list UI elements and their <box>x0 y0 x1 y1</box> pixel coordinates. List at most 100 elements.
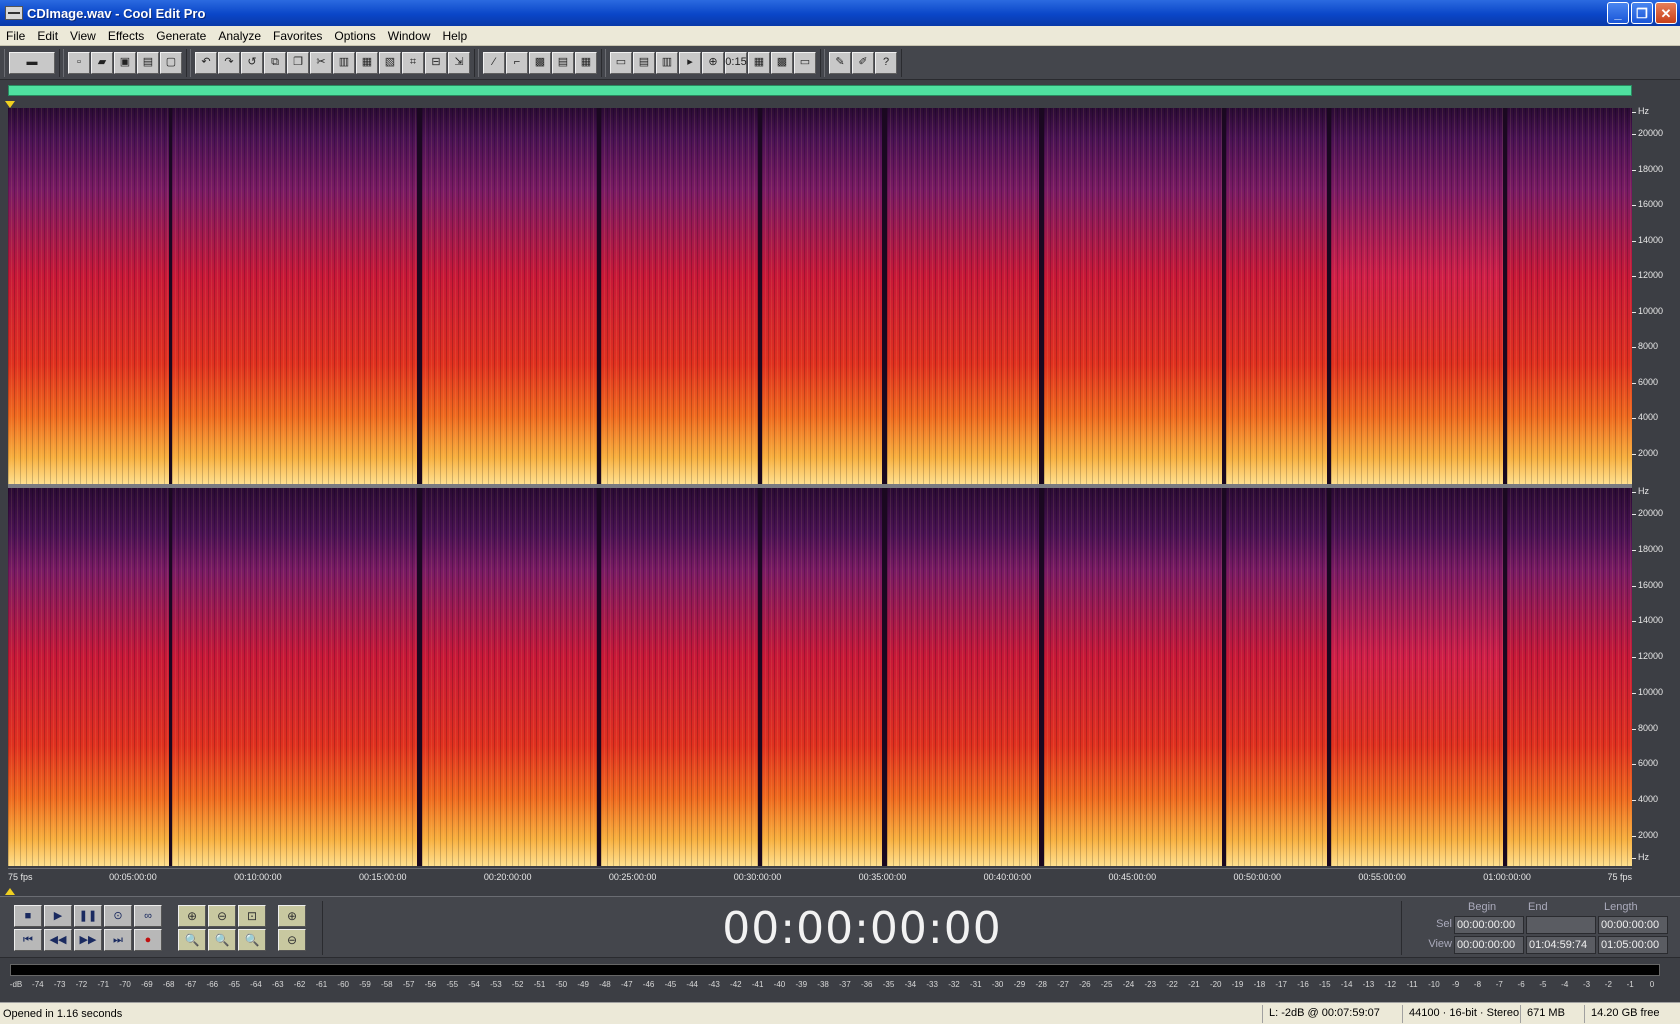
display-icon[interactable]: ▭ <box>794 51 816 74</box>
skip-start-icon: ⏮ <box>23 933 33 946</box>
snap-icon[interactable]: ⇲ <box>448 51 470 74</box>
color-icon[interactable]: ▩ <box>771 51 793 74</box>
maximize-button[interactable]: ❐ <box>1631 2 1653 24</box>
minimize-button[interactable]: _ <box>1607 2 1629 24</box>
menu-edit[interactable]: Edit <box>31 29 64 43</box>
level-meter-tick: -4 <box>1561 980 1569 989</box>
level-meter-tick: -20 <box>1209 980 1222 989</box>
record-button[interactable]: ● <box>134 929 162 951</box>
level-meter-tick: -39 <box>795 980 808 989</box>
playhead-marker-top[interactable] <box>5 101 15 108</box>
view-end-field[interactable]: 01:04:59:74 <box>1526 936 1596 954</box>
level-meter-tick: -58 <box>381 980 393 989</box>
zoom-right-button[interactable]: 🔍 <box>208 929 236 951</box>
time-tick-label: 00:50:00:00 <box>1233 872 1281 882</box>
view-begin-field[interactable]: 00:00:00:00 <box>1454 936 1524 954</box>
frequency-tick-label: 2000 <box>1631 830 1659 840</box>
zoom-left-button[interactable]: 🔍 <box>178 929 206 951</box>
menu-generate[interactable]: Generate <box>150 29 212 43</box>
playhead-marker-bottom[interactable] <box>5 888 15 895</box>
undo-icon[interactable]: ↶ <box>195 51 217 74</box>
spectral-icon[interactable]: ▩ <box>529 51 551 74</box>
zoom-out-horizontal-button[interactable]: ⊖ <box>208 905 236 927</box>
close-button[interactable]: ✕ <box>1655 2 1677 24</box>
overview-range-bar[interactable] <box>8 85 1632 96</box>
copy-icon[interactable]: ❐ <box>287 51 309 74</box>
zoom-spacer <box>268 905 276 927</box>
save-as-icon[interactable]: ▤ <box>137 51 159 74</box>
level-meter-tick: -16 <box>1297 980 1309 989</box>
menu-view[interactable]: View <box>64 29 102 43</box>
zoom-selection-button[interactable]: 🔍 <box>238 929 266 951</box>
settings-icon[interactable]: ✐ <box>852 51 874 74</box>
sel-end-field[interactable] <box>1526 916 1596 934</box>
status-bar: Opened in 1.16 seconds L: -2dB @ 00:07:5… <box>0 1002 1680 1024</box>
cut-icon[interactable]: ✂ <box>310 51 332 74</box>
zoom-full-button[interactable]: ⊡ <box>238 905 266 927</box>
repeat-icon[interactable]: ↺ <box>241 51 263 74</box>
level-meter-tick: -56 <box>424 980 437 989</box>
cue-list-icon[interactable]: ▤ <box>633 51 655 74</box>
spectral-channel-left[interactable] <box>8 108 1632 484</box>
copy-new-icon[interactable]: ⧉ <box>264 51 286 74</box>
time-display-icon[interactable]: 0:15 <box>725 51 747 74</box>
app-icon[interactable] <box>5 6 23 20</box>
save-icon[interactable]: ▣ <box>114 51 136 74</box>
sel-begin-field[interactable]: 00:00:00:00 <box>1454 916 1524 934</box>
view-length-field[interactable]: 01:05:00:00 <box>1598 936 1668 954</box>
menu-window[interactable]: Window <box>382 29 437 43</box>
zoom-in-horizontal-button[interactable]: ⊕ <box>178 905 206 927</box>
pause-button[interactable]: ❚❚ <box>74 905 102 927</box>
menu-help[interactable]: Help <box>436 29 473 43</box>
zoom-out-vertical-button[interactable]: ⊖ <box>278 929 306 951</box>
menu-analyze[interactable]: Analyze <box>212 29 267 43</box>
zoom-icon[interactable]: ⊕ <box>702 51 724 74</box>
redo-icon[interactable]: ↷ <box>218 51 240 74</box>
play-to-end-button[interactable]: ⊙ <box>104 905 132 927</box>
spectral-segment <box>8 108 170 484</box>
time-tick-label: 00:25:00:00 <box>608 872 657 882</box>
loop-button[interactable]: ∞ <box>134 905 162 927</box>
time-ruler[interactable]: 75 fps 75 fps 00:05:00:00 00:10:00:00 00:1… <box>8 868 1632 886</box>
batch-icon[interactable]: ▦ <box>748 51 770 74</box>
rewind-button[interactable]: ◀◀ <box>44 929 72 951</box>
level-meter-tick: -35 <box>882 980 895 989</box>
envelope-icon[interactable]: ⁄ <box>483 51 505 74</box>
new-icon[interactable]: ▫ <box>68 51 90 74</box>
spectral-segment <box>8 488 170 866</box>
crop-icon[interactable]: ⌗ <box>402 51 424 74</box>
title-bar[interactable]: CDImage.wav - Cool Edit Pro _ ❐ ✕ <box>0 0 1680 26</box>
paste-new-icon[interactable]: ▦ <box>356 51 378 74</box>
frequency-analysis-icon[interactable]: ⌐ <box>506 51 528 74</box>
play-icon[interactable]: ▸ <box>679 51 701 74</box>
track-icon[interactable]: ▤ <box>552 51 574 74</box>
stop-button[interactable]: ■ <box>14 905 42 927</box>
help-icon[interactable]: ? <box>875 51 897 74</box>
info-icon[interactable]: ▭ <box>610 51 632 74</box>
level-meter-tick: -30 <box>991 980 1004 989</box>
menu-favorites[interactable]: Favorites <box>267 29 328 43</box>
level-meter-tick: -61 <box>315 980 328 989</box>
grid-icon[interactable]: ▦ <box>575 51 597 74</box>
loop-icon: ∞ <box>144 909 152 922</box>
go-to-start-button[interactable]: ⏮ <box>14 929 42 951</box>
play-list-icon[interactable]: ▥ <box>656 51 678 74</box>
spectral-channel-right[interactable] <box>8 488 1632 866</box>
fast-forward-button[interactable]: ▶▶ <box>74 929 102 951</box>
waveform-view-toggle-icon[interactable]: ▬ <box>9 51 55 74</box>
trim-icon[interactable]: ⊟ <box>425 51 447 74</box>
menu-file[interactable]: File <box>0 29 31 43</box>
zoom-in-vertical-button[interactable]: ⊕ <box>278 905 306 927</box>
sel-length-field[interactable]: 00:00:00:00 <box>1598 916 1668 934</box>
mix-paste-icon[interactable]: ▧ <box>379 51 401 74</box>
level-meter[interactable]: -dB -74 -73 -72 -71 -70 -69 -68 -67 -66 -65 -64 -63-… <box>0 958 1680 1000</box>
scripts-icon[interactable]: ✎ <box>829 51 851 74</box>
menu-effects[interactable]: Effects <box>102 29 150 43</box>
go-to-end-button[interactable]: ⏭ <box>104 929 132 951</box>
paste-icon[interactable]: ▥ <box>333 51 355 74</box>
menu-options[interactable]: Options <box>328 29 381 43</box>
close-file-icon[interactable]: ▢ <box>160 51 182 74</box>
play-button[interactable]: ▶ <box>44 905 72 927</box>
spectral-segment <box>1044 108 1222 484</box>
open-icon[interactable]: ▰ <box>91 51 113 74</box>
